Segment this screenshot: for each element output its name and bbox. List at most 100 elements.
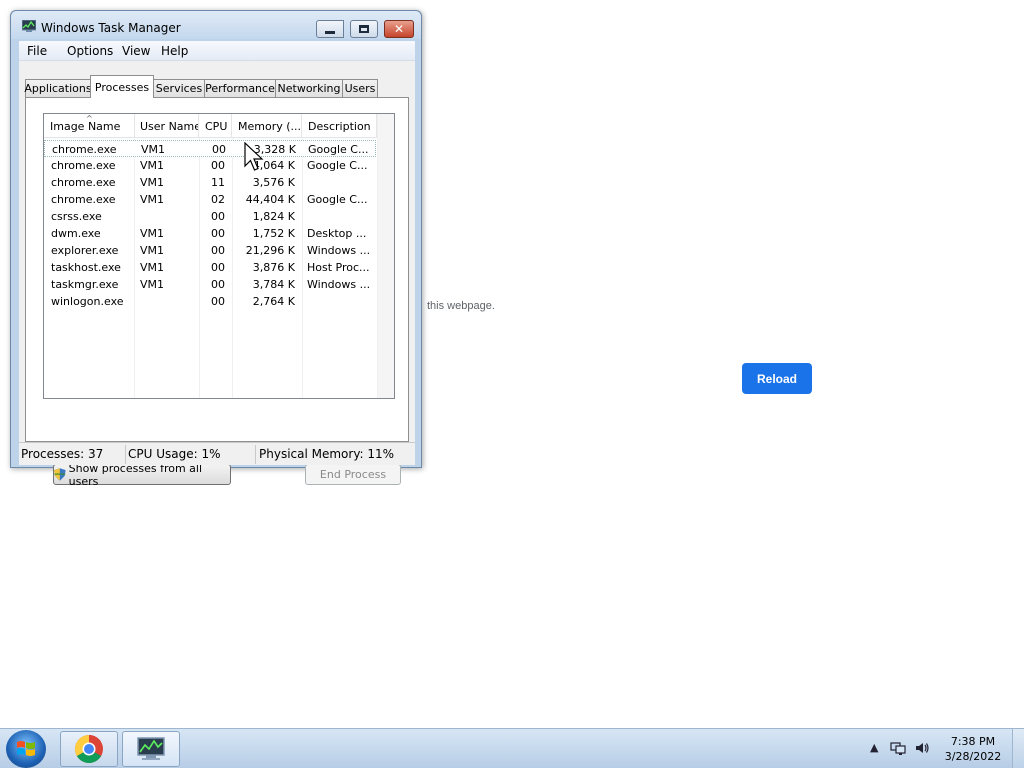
reload-button[interactable]: Reload	[742, 363, 812, 394]
column-description[interactable]: Description	[302, 114, 377, 138]
process-description: Google C...	[308, 143, 369, 156]
close-icon: ✕	[393, 22, 405, 36]
process-row[interactable]: csrss.exe 00 1,824 K	[44, 208, 376, 225]
process-description: Windows ...	[307, 278, 369, 291]
process-cpu: 00	[211, 278, 225, 291]
tab-processes[interactable]: Processes	[90, 75, 154, 98]
end-process-button[interactable]: End Process	[305, 464, 401, 485]
tab-users[interactable]: Users	[342, 79, 378, 97]
status-physical-memory: Physical Memory: 11%	[259, 447, 395, 461]
process-memory: 3,576 K	[252, 176, 295, 189]
process-list-header: ^ Image Name User Name CPU Memory (... D…	[44, 114, 394, 138]
column-cpu[interactable]: CPU	[199, 114, 232, 138]
process-cpu: 00	[211, 227, 225, 240]
status-cpu-usage: CPU Usage: 1%	[128, 447, 221, 461]
process-memory: 1,752 K	[252, 227, 295, 240]
process-row[interactable]: taskhost.exe VM1 00 3,876 K Host Proc...	[44, 259, 376, 276]
process-name: explorer.exe	[51, 244, 119, 257]
process-user: VM1	[140, 227, 165, 240]
taskbar: ▲ 7:38 PM 3/28/2022	[0, 728, 1024, 768]
tab-networking[interactable]: Networking	[275, 79, 343, 97]
menu-view[interactable]: View	[122, 44, 150, 58]
process-row[interactable]: explorer.exe VM1 00 21,296 K Windows ...	[44, 242, 376, 259]
process-cpu: 00	[211, 261, 225, 274]
minimize-button[interactable]	[316, 20, 344, 38]
process-row[interactable]: chrome.exe VM1 00 4,064 K Google C...	[44, 157, 376, 174]
start-button[interactable]	[6, 730, 46, 768]
process-cpu: 00	[211, 244, 225, 257]
process-name: chrome.exe	[51, 193, 116, 206]
menu-options[interactable]: Options	[67, 44, 113, 58]
tab-applications[interactable]: Applications	[24, 79, 92, 97]
show-desktop-button[interactable]	[1012, 729, 1024, 768]
process-memory: 3,876 K	[252, 261, 295, 274]
window-client-area: File Options View Help Applications Proc…	[19, 41, 415, 488]
column-memory[interactable]: Memory (...	[232, 114, 302, 138]
task-manager-window: Windows Task Manager ✕ File Options View…	[10, 10, 422, 488]
system-clock[interactable]: 7:38 PM 3/28/2022	[936, 734, 1010, 764]
title-bar[interactable]: Windows Task Manager ✕	[11, 11, 421, 39]
process-user: VM1	[141, 143, 166, 156]
process-name: taskmgr.exe	[51, 278, 119, 291]
windows-logo-icon	[17, 741, 35, 756]
process-memory: 44,404 K	[245, 193, 295, 206]
process-name: chrome.exe	[51, 176, 116, 189]
process-user: VM1	[140, 278, 165, 291]
process-cpu: 00	[211, 159, 225, 172]
clock-date: 3/28/2022	[944, 750, 1002, 763]
clock-time: 7:38 PM	[950, 735, 996, 748]
process-list[interactable]: ^ Image Name User Name CPU Memory (... D…	[43, 113, 395, 399]
process-description: Windows ...	[307, 244, 369, 257]
mouse-cursor-icon	[244, 142, 264, 171]
process-memory: 1,824 K	[252, 210, 295, 223]
column-user-name[interactable]: User Name	[134, 114, 199, 138]
process-description: Google C...	[307, 159, 368, 172]
processes-panel: ^ Image Name User Name CPU Memory (... D…	[25, 97, 409, 488]
process-user: VM1	[140, 159, 165, 172]
tab-performance[interactable]: Performance	[204, 79, 276, 97]
process-description: Google C...	[307, 193, 368, 206]
close-button[interactable]: ✕	[384, 20, 414, 38]
taskbar-chrome-button[interactable]	[60, 731, 118, 767]
process-description: Host Proc...	[307, 261, 369, 274]
show-hidden-icons-icon[interactable]: ▲	[870, 741, 878, 754]
process-row[interactable]: dwm.exe VM1 00 1,752 K Desktop ...	[44, 225, 376, 242]
uac-shield-icon	[54, 468, 66, 481]
minimize-icon	[325, 30, 335, 34]
vertical-scrollbar[interactable]	[377, 114, 394, 398]
process-memory: 3,784 K	[252, 278, 295, 291]
process-row[interactable]: winlogon.exe 00 2,764 K	[44, 293, 376, 310]
process-name: chrome.exe	[51, 159, 116, 172]
menu-bar: File Options View Help	[19, 41, 415, 61]
task-manager-app-icon	[22, 20, 36, 32]
process-name: csrss.exe	[51, 210, 102, 223]
process-name: dwm.exe	[51, 227, 101, 240]
taskbar-task-manager-button[interactable]	[122, 731, 180, 767]
process-row[interactable]: chrome.exe VM1 11 3,576 K	[44, 174, 376, 191]
menu-help[interactable]: Help	[161, 44, 188, 58]
process-user: VM1	[140, 261, 165, 274]
process-memory: 4,064 K	[252, 159, 295, 172]
process-cpu: 00	[211, 295, 225, 308]
process-user: VM1	[140, 244, 165, 257]
page-error-message: this webpage.	[427, 300, 495, 312]
process-cpu: 00	[211, 210, 225, 223]
column-image-name[interactable]: Image Name	[44, 114, 135, 138]
process-cpu: 02	[211, 193, 225, 206]
tab-services[interactable]: Services	[153, 79, 205, 97]
process-row[interactable]: taskmgr.exe VM1 00 3,784 K Windows ...	[44, 276, 376, 293]
status-process-count: Processes: 37	[21, 447, 104, 461]
show-all-processes-button[interactable]: Show processes from all users	[53, 461, 231, 488]
volume-icon[interactable]	[914, 740, 930, 756]
process-row[interactable]: chrome.exe VM1 02 44,404 K Google C...	[44, 191, 376, 208]
process-name: winlogon.exe	[51, 295, 124, 308]
window-title: Windows Task Manager	[41, 21, 181, 35]
process-name: taskhost.exe	[51, 261, 121, 274]
process-row[interactable]: chrome.exe VM1 00 3,328 K Google C...	[44, 140, 376, 157]
maximize-button[interactable]	[350, 20, 378, 38]
process-cpu: 00	[212, 143, 226, 156]
show-all-processes-label: Show processes from all users	[68, 461, 203, 488]
menu-file[interactable]: File	[27, 44, 47, 58]
network-icon[interactable]	[890, 740, 906, 756]
maximize-icon	[359, 25, 369, 33]
